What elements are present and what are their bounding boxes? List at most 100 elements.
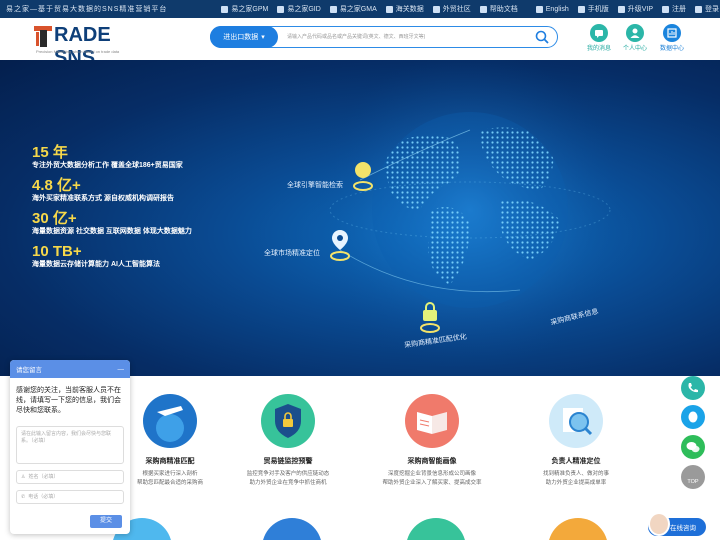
globe-pin-icon: [353, 162, 373, 191]
top-link-label: 注册: [672, 6, 687, 13]
leave-message-panel: 请您留言 — 感谢您的关注，当前客服人员不在线，请填写一下您的信息，我们会尽快和…: [10, 360, 130, 534]
user-icon: [626, 24, 644, 42]
top-right-links: English 手机版 升级VIP 注册 登录: [535, 4, 719, 14]
language-english-link[interactable]: English: [535, 4, 569, 14]
top-links: 易之家GPM 易之家GID 易之家GMA 海关数据 外贸社区 帮助文档: [221, 4, 518, 14]
feature-card-buyer-profile[interactable]: 采购商智能画像 深度挖掘企业背景信息形成公司画像 帮助外贸企业深入了解买家、提高成…: [372, 394, 492, 488]
top-link-customs[interactable]: 海关数据: [385, 4, 424, 14]
qq-icon: [688, 411, 698, 423]
wechat-icon: [686, 442, 700, 453]
feature-desc-line: 帮助外贸企业深入了解买家、提高成交率: [382, 480, 482, 486]
data-center-button[interactable]: 数据中心: [654, 24, 690, 52]
customs-icon: [385, 5, 393, 13]
mobile-icon: [577, 5, 585, 13]
feature-card-supply-chain[interactable]: 贸易链监控预警 监控竞争对手及客户的供应链动态 助力外贸企业在竞争中抓住商机: [228, 394, 348, 488]
feature-title: 负责人精准定位: [551, 458, 601, 465]
gid-icon: [277, 5, 285, 13]
my-messages-button[interactable]: 我的消息: [581, 24, 617, 52]
mobile-link[interactable]: 手机版: [577, 4, 609, 14]
community-icon: [432, 5, 440, 13]
vip-icon: [617, 5, 625, 13]
top-link-label: 海关数据: [395, 6, 424, 13]
message-textarea[interactable]: 请在此输入留言内容，我们会尽快与您联系。（必填）: [16, 426, 124, 464]
top-link-label: 升级VIP: [627, 6, 654, 13]
feature-desc: 深度挖掘企业背景信息形成公司画像 帮助外贸企业深入了解买家、提高成交率: [372, 470, 492, 488]
top-link-label: 易之家GMA: [339, 6, 377, 13]
feature-card-contact-locate[interactable]: 负责人精准定位 找到精准负责人、做对的事 助力外贸企业提高成单率: [516, 394, 636, 488]
gma-icon: [329, 5, 337, 13]
submit-button[interactable]: 提交: [90, 515, 122, 528]
feature-desc-line: 助力外贸企业在竞争中抓住商机: [249, 480, 327, 486]
lock-pin-icon: [420, 302, 440, 333]
logo[interactable]: RADE SNS Precision Marketing which based…: [34, 24, 144, 69]
book-icon: [405, 394, 459, 448]
register-icon: [662, 5, 670, 13]
search-category-label: 进出口数据: [223, 34, 259, 41]
wechat-float-button[interactable]: [681, 435, 705, 459]
search-category-select[interactable]: 进出口数据 ▾: [210, 26, 278, 48]
hero-label-market: 全球市场精准定位: [264, 250, 320, 257]
stat-description: 海外买家精准联系方式 源自权威机构调研报告: [32, 195, 174, 202]
feature-desc: 监控竞争对手及客户的供应链动态 助力外贸企业在竞争中抓住商机: [228, 470, 348, 488]
phone-icon: ✆: [21, 494, 26, 500]
search-icon[interactable]: [535, 30, 549, 44]
stat-number: 15 年: [32, 144, 68, 161]
chat-message: 感谢您的关注，当前客服人员不在线，请填写一下您的信息，我们会尽快和您联系。: [16, 387, 121, 414]
agent-avatar: [648, 512, 670, 536]
help-doc-icon: [479, 5, 487, 13]
feature-desc-line: 监控竞争对手及客户的供应链动态: [246, 471, 330, 477]
top-link-gpm[interactable]: 易之家GPM: [221, 4, 268, 14]
feature-icon-partial: [262, 518, 322, 540]
stat-number: 10 TB+: [32, 243, 82, 260]
chat-header: 请您留言 —: [10, 360, 130, 378]
feature-desc: 找到精准负责人、做对的事 助力外贸企业提高成单率: [516, 470, 636, 488]
top-link-gid[interactable]: 易之家GID: [277, 4, 321, 14]
top-link-label: English: [545, 5, 569, 13]
hero-stats: 15 年专注外贸大数据分析工作 覆盖全球186+贸易国家 4.8 亿+ 海外买家精…: [32, 144, 272, 276]
top-link-label: 外贸社区: [442, 6, 471, 13]
top-link-label: 登录: [705, 6, 720, 13]
phone-icon: [688, 383, 698, 393]
search-input[interactable]: 请输入产品代码或品名或产品关键词(英文、德文、西班牙文等): [287, 31, 527, 44]
personal-center-button[interactable]: 个人中心: [617, 24, 653, 52]
message-icon: [590, 24, 608, 42]
hero-banner: 15 年专注外贸大数据分析工作 覆盖全球186+贸易国家 4.8 亿+ 海外买家精…: [0, 60, 720, 376]
magnifier-icon: [549, 394, 603, 448]
back-to-top-button[interactable]: TOP: [681, 465, 705, 489]
location-pin-icon: [330, 230, 350, 261]
search-box: 进出口数据 ▾ 请输入产品代码或品名或产品关键词(英文、德文、西班牙文等): [210, 26, 558, 48]
top-bar: 易之家—基于贸易大数据的SNS精准营销平台 易之家GPM 易之家GID 易之家G…: [0, 0, 720, 18]
phone-input[interactable]: ✆ 电话（必填）: [16, 490, 124, 504]
stat-number: 4.8 亿+: [32, 177, 81, 194]
feature-icon-partial: [406, 518, 466, 540]
name-input[interactable]: ♙ 姓名（必填）: [16, 470, 124, 484]
top-link-gma[interactable]: 易之家GMA: [329, 4, 377, 14]
chevron-down-icon: ▾: [261, 34, 265, 41]
stat-number: 30 亿+: [32, 210, 77, 227]
stat-item: 30 亿+ 海量数据资源 社交数据 互联网数据 体现大数据魅力: [32, 210, 272, 236]
name-placeholder: 姓名（必填）: [28, 474, 59, 480]
stat-description: 海量数据云存储计算能力 AI人工智能算法: [32, 261, 160, 268]
top-link-help[interactable]: 帮助文档: [479, 4, 518, 14]
personal-center-label: 个人中心: [622, 46, 647, 52]
top-link-label: 易之家GID: [287, 6, 321, 13]
qq-float-button[interactable]: [681, 405, 705, 429]
top-link-community[interactable]: 外贸社区: [432, 4, 471, 14]
stat-description: 专注外贸大数据分析工作 覆盖全球186+贸易国家: [32, 162, 183, 169]
feature-desc-line: 深度挖掘企业背景信息形成公司画像: [387, 471, 476, 477]
logo-mark-icon: [34, 26, 52, 47]
phone-float-button[interactable]: [681, 376, 705, 400]
top-link-label: 易之家GPM: [231, 6, 269, 13]
data-center-label: 数据中心: [659, 46, 684, 52]
upgrade-vip-link[interactable]: 升级VIP: [617, 4, 654, 14]
online-consult-button[interactable]: 在线咨询: [648, 512, 706, 536]
online-consult-label: 在线咨询: [670, 525, 696, 532]
login-link[interactable]: 登录: [695, 4, 719, 14]
feature-desc-line: 根据买家进行深入剖析: [142, 471, 198, 477]
register-link[interactable]: 注册: [662, 4, 686, 14]
top-link-label: 帮助文档: [489, 6, 518, 13]
minimize-icon[interactable]: —: [118, 366, 125, 373]
airplane-globe-icon: [143, 394, 197, 448]
header: RADE SNS Precision Marketing which based…: [0, 18, 720, 69]
data-icon: [663, 24, 681, 42]
